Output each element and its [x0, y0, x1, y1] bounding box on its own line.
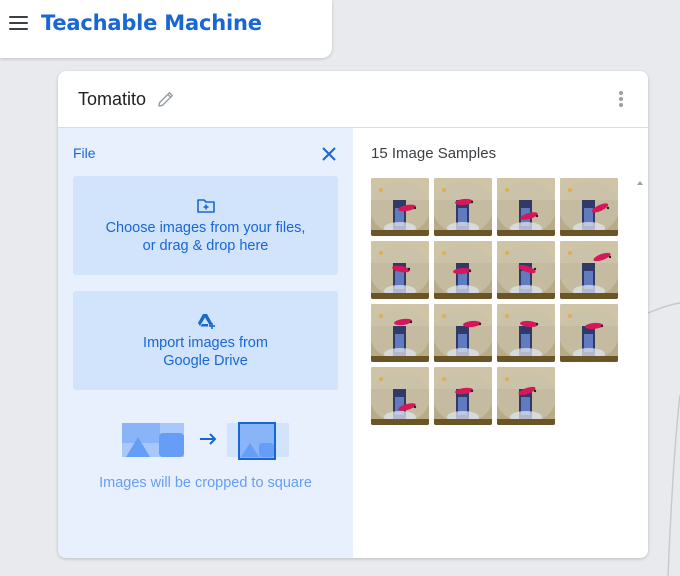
choose-files-line2: or drag & drop here [142, 237, 269, 254]
sample-thumbnail[interactable] [434, 304, 492, 362]
folder-add-icon [196, 198, 215, 213]
sample-thumbnail[interactable] [497, 304, 555, 362]
close-icon[interactable] [320, 145, 338, 163]
sample-thumbnail[interactable] [434, 241, 492, 299]
google-drive-add-icon [197, 313, 215, 329]
sample-thumbnail[interactable] [497, 241, 555, 299]
choose-files-button[interactable]: Choose images from your files, or drag &… [73, 176, 338, 275]
class-card-body: File Choose images from your files, or d… [58, 128, 648, 558]
sample-thumbnail[interactable] [371, 241, 429, 299]
hamburger-menu-icon[interactable] [9, 16, 29, 30]
sample-thumbnail[interactable] [560, 241, 618, 299]
sample-thumbnail[interactable] [434, 178, 492, 236]
sample-thumbnail[interactable] [560, 304, 618, 362]
sample-thumbnail[interactable] [371, 178, 429, 236]
crop-note: Images will be cropped to square [99, 475, 312, 491]
sample-thumbnail[interactable] [497, 367, 555, 425]
sample-thumbnail[interactable] [371, 367, 429, 425]
import-drive-line1: Import images from [143, 334, 268, 351]
samples-count-title: 15 Image Samples [371, 145, 497, 162]
sample-thumbnail[interactable] [371, 304, 429, 362]
import-drive-button[interactable]: Import images from Google Drive [73, 291, 338, 390]
import-drive-line2: Google Drive [163, 352, 248, 369]
crop-to-square-illustration [122, 422, 289, 460]
samples-panel: 15 Image Samples [353, 128, 648, 558]
sample-thumbnail[interactable] [560, 178, 618, 236]
pencil-icon[interactable] [156, 89, 176, 109]
app-title[interactable]: Teachable Machine [41, 11, 262, 35]
upload-panel: File Choose images from your files, or d… [58, 128, 353, 558]
more-vert-icon[interactable] [618, 91, 624, 111]
class-card: Tomatito File Choose images from your fi… [58, 71, 648, 558]
scroll-up-arrow[interactable] [637, 181, 643, 185]
samples-grid [371, 178, 618, 425]
app-header: Teachable Machine [0, 0, 332, 58]
choose-files-line1: Choose images from your files, [105, 219, 306, 236]
class-name[interactable]: Tomatito [78, 89, 146, 110]
sample-thumbnail[interactable] [497, 178, 555, 236]
upload-mode-label: File [73, 145, 96, 161]
class-card-header: Tomatito [58, 71, 648, 128]
sample-thumbnail[interactable] [434, 367, 492, 425]
